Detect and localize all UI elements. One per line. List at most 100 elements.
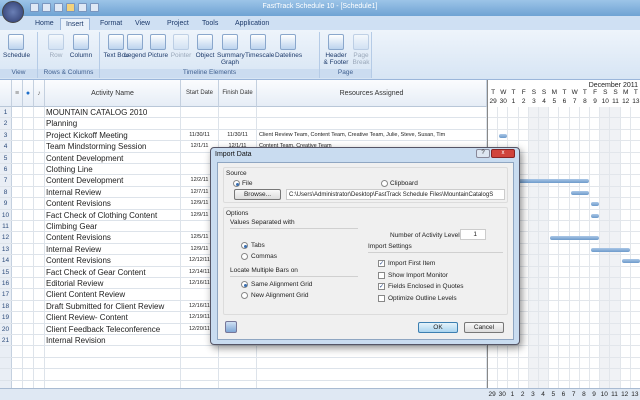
- icon-cell[interactable]: [23, 107, 34, 118]
- row-number[interactable]: 8: [0, 186, 12, 198]
- icon-cell[interactable]: [23, 175, 34, 186]
- row-number[interactable]: 1: [0, 107, 12, 118]
- icon-cell[interactable]: [12, 357, 23, 369]
- gantt-bar[interactable]: [591, 213, 600, 218]
- clipboard-radio[interactable]: [381, 180, 388, 187]
- icon-cell[interactable]: [23, 335, 34, 346]
- icon-cell[interactable]: [34, 221, 45, 232]
- gantt-bar[interactable]: [570, 190, 589, 195]
- row-number[interactable]: 4: [0, 141, 12, 152]
- checkbox-optimize-outline-levels[interactable]: [378, 294, 385, 302]
- commas-radio[interactable]: [241, 253, 248, 260]
- row-number[interactable]: 15: [0, 266, 12, 277]
- resources-cell[interactable]: Client Review Team, Content Team, Creati…: [257, 129, 487, 141]
- icon-cell[interactable]: [12, 369, 23, 380]
- icon-cell[interactable]: [12, 266, 23, 277]
- icon-cell[interactable]: [12, 232, 23, 243]
- icon-cell[interactable]: [12, 164, 23, 175]
- activity-name-cell[interactable]: Content Revisions: [45, 198, 181, 209]
- icon-cell[interactable]: [23, 221, 34, 232]
- icon-cell[interactable]: [23, 255, 34, 266]
- icon-cell[interactable]: [23, 323, 34, 334]
- gantt-bar[interactable]: [509, 179, 589, 184]
- activity-name-cell[interactable]: Fact Check of Clothing Content: [45, 209, 181, 220]
- gantt-bar[interactable]: [591, 247, 630, 252]
- icon-cell[interactable]: [12, 107, 23, 118]
- start-date-cell[interactable]: 11/30/11: [181, 129, 219, 141]
- icon-cell[interactable]: [34, 255, 45, 266]
- activity-name-cell[interactable]: Climbing Gear: [45, 221, 181, 232]
- icon-cell[interactable]: [12, 335, 23, 346]
- icon-cell[interactable]: [12, 278, 23, 289]
- icon-cell[interactable]: [23, 186, 34, 198]
- row-number[interactable]: 13: [0, 243, 12, 255]
- icon-cell[interactable]: [12, 186, 23, 198]
- table-row[interactable]: [0, 346, 487, 358]
- icon-cell[interactable]: [23, 118, 34, 129]
- activity-name-cell[interactable]: Internal Review: [45, 243, 181, 255]
- resources-cell[interactable]: [257, 346, 487, 357]
- start-date-cell[interactable]: [181, 369, 219, 380]
- gantt-bar[interactable]: [621, 259, 640, 264]
- activity-name-cell[interactable]: Clothing Line: [45, 164, 181, 175]
- start-date-cell[interactable]: [181, 118, 219, 129]
- activity-name-cell[interactable]: Planning: [45, 118, 181, 129]
- activity-name-header[interactable]: Activity Name: [45, 80, 181, 107]
- row-number[interactable]: 5: [0, 152, 12, 163]
- help-button[interactable]: [225, 321, 237, 333]
- row-number[interactable]: [0, 369, 12, 380]
- table-row[interactable]: 3 Project Kickoff Meeting 11/30/11 11/30/11…: [0, 129, 487, 142]
- icon-cell[interactable]: [34, 266, 45, 277]
- icon-cell[interactable]: [12, 209, 23, 220]
- pointer-button[interactable]: Pointer: [168, 34, 194, 59]
- icon-cell[interactable]: [34, 278, 45, 289]
- start-date-cell[interactable]: [181, 357, 219, 369]
- checkbox-show-import-monitor[interactable]: [378, 271, 385, 279]
- activity-name-cell[interactable]: Content Revisions: [45, 232, 181, 243]
- column-button[interactable]: Column: [68, 34, 94, 59]
- icon-cell[interactable]: [12, 255, 23, 266]
- tab-project[interactable]: Project: [162, 18, 194, 30]
- icon-cell[interactable]: [34, 300, 45, 312]
- icon-cell[interactable]: [34, 346, 45, 357]
- tabs-radio[interactable]: [241, 242, 248, 249]
- icon-cell[interactable]: [34, 243, 45, 255]
- icon-cell[interactable]: [12, 289, 23, 300]
- row-number[interactable]: 10: [0, 209, 12, 220]
- table-row[interactable]: 2 Planning: [0, 118, 487, 130]
- resources-cell[interactable]: [257, 357, 487, 369]
- file-path-input[interactable]: C:\Users\Administrator\Desktop\FastTrack…: [286, 189, 505, 200]
- start-date-header[interactable]: Start Date: [181, 80, 219, 107]
- resources-header[interactable]: Resources Assigned: [257, 80, 487, 107]
- summary-graph-button[interactable]: Summary Graph: [217, 34, 245, 66]
- finish-date-cell[interactable]: [219, 107, 257, 118]
- tab-tools[interactable]: Tools: [197, 18, 223, 30]
- row-number[interactable]: 2: [0, 118, 12, 129]
- row-number[interactable]: 12: [0, 232, 12, 243]
- help-title-button[interactable]: ?: [476, 149, 490, 158]
- icon-cell[interactable]: [12, 312, 23, 323]
- icon-cell[interactable]: [34, 312, 45, 323]
- same-grid-radio[interactable]: [241, 281, 248, 288]
- print-preview-icon[interactable]: [90, 3, 99, 12]
- row-number[interactable]: 7: [0, 175, 12, 186]
- checkbox-import-first-item[interactable]: ✓: [378, 260, 385, 267]
- icon-cell[interactable]: [34, 323, 45, 334]
- icon-cell[interactable]: [23, 129, 34, 141]
- page-break-button[interactable]: Page Break: [348, 34, 374, 66]
- activity-name-cell[interactable]: Team Mindstorming Session: [45, 141, 181, 152]
- icon-cell[interactable]: [23, 164, 34, 175]
- row-number[interactable]: 3: [0, 129, 12, 141]
- link-icon[interactable]: ♪: [34, 80, 45, 107]
- datelines-button[interactable]: Datelines: [275, 34, 302, 59]
- icon-cell[interactable]: [23, 198, 34, 209]
- finish-date-cell[interactable]: [219, 357, 257, 369]
- gantt-bar[interactable]: [499, 133, 508, 138]
- activity-name-cell[interactable]: Fact Check of Gear Content: [45, 266, 181, 277]
- gantt-bar[interactable]: [591, 202, 600, 207]
- finish-date-header[interactable]: Finish Date: [219, 80, 257, 107]
- table-row[interactable]: [0, 357, 487, 370]
- icon-cell[interactable]: [23, 300, 34, 312]
- icon-cell[interactable]: [12, 221, 23, 232]
- icon-cell[interactable]: [12, 141, 23, 152]
